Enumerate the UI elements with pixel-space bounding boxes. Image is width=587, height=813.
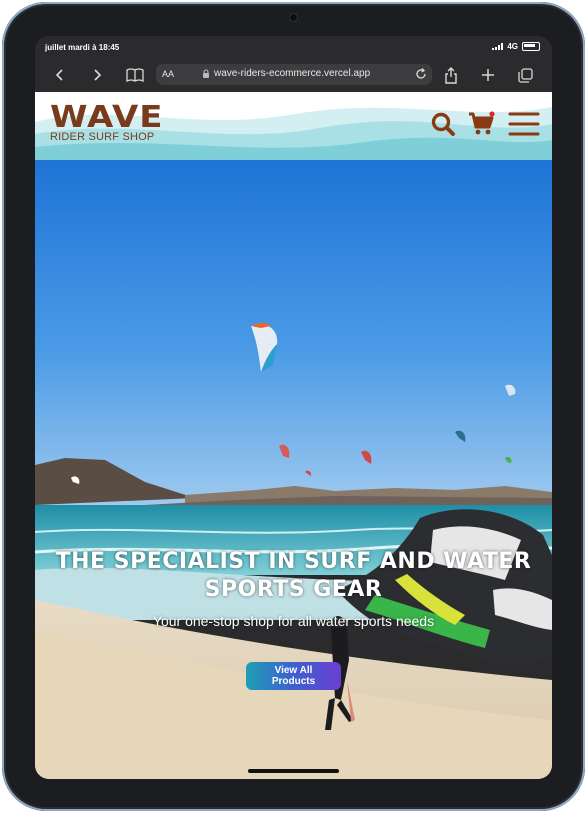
- lock-icon: [202, 69, 210, 82]
- status-indicators: 4G: [492, 42, 540, 51]
- browser-toolbar: AA wave-riders-ecommerce.vercel.app: [35, 58, 552, 92]
- tablet-device: juillet mardi à 18:45 4G AA wave-riders-…: [0, 0, 587, 813]
- back-icon[interactable]: [50, 65, 70, 85]
- site-header: WAVE RIDER SURF SHOP: [35, 92, 552, 160]
- home-indicator[interactable]: [248, 769, 339, 773]
- network-label: 4G: [507, 42, 518, 51]
- hero-section: THE SPECIALIST IN SURF AND WATER SPORTS …: [35, 160, 552, 779]
- hero-title-line2: SPORTS GEAR: [204, 577, 383, 602]
- view-all-products-button[interactable]: View All Products: [246, 662, 341, 690]
- cart-icon[interactable]: [468, 111, 496, 142]
- front-camera: [290, 14, 297, 21]
- web-page: WAVE RIDER SURF SHOP THE SPECIALIST IN S…: [35, 92, 552, 779]
- address-bar[interactable]: AA wave-riders-ecommerce.vercel.app: [156, 64, 432, 85]
- hero-subtitle: Your one-stop shop for all water sports …: [152, 613, 435, 629]
- share-icon[interactable]: [441, 65, 461, 85]
- signal-icon: [492, 43, 504, 50]
- forward-icon[interactable]: [87, 65, 107, 85]
- text-size-button[interactable]: AA: [162, 69, 174, 79]
- hero-title: THE SPECIALIST IN SURF AND WATER SPORTS …: [35, 548, 552, 604]
- plus-icon[interactable]: [478, 65, 498, 85]
- battery-icon: [522, 42, 540, 51]
- logo-word: WAVE: [50, 99, 164, 136]
- status-time: juillet mardi à 18:45: [45, 43, 120, 52]
- book-icon[interactable]: [125, 65, 145, 85]
- site-logo[interactable]: WAVE RIDER SURF SHOP: [50, 102, 164, 143]
- hamburger-menu-icon[interactable]: [508, 110, 540, 143]
- url-text: wave-riders-ecommerce.vercel.app: [214, 68, 371, 79]
- screen: juillet mardi à 18:45 4G AA wave-riders-…: [35, 36, 552, 779]
- hero-title-line1: THE SPECIALIST IN SURF AND WATER: [55, 549, 532, 574]
- reload-icon[interactable]: [414, 67, 428, 84]
- search-icon[interactable]: [430, 111, 456, 142]
- header-icons: [430, 110, 540, 143]
- status-bar: juillet mardi à 18:45 4G: [35, 36, 552, 58]
- tabs-icon[interactable]: [515, 65, 535, 85]
